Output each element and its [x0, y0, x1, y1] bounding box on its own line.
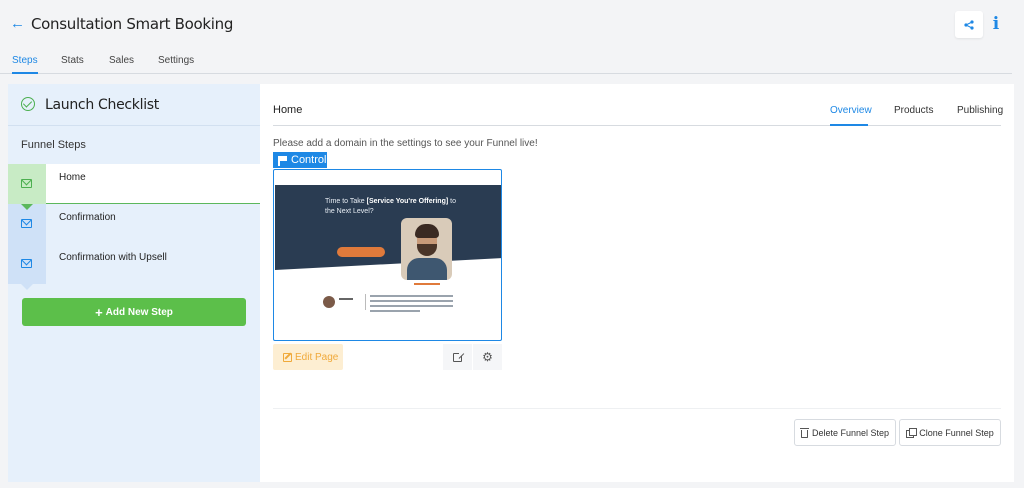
open-external-button[interactable] [443, 344, 472, 370]
edit-page-button[interactable]: Edit Page [273, 344, 343, 370]
funnel-step-label: Confirmation [59, 212, 116, 223]
launch-checklist-label: Launch Checklist [45, 97, 159, 113]
funnel-step-confirmation-upsell[interactable]: Confirmation with Upsell [8, 244, 260, 290]
page-title: Consultation Smart Booking [31, 15, 234, 33]
envelope-icon [21, 219, 32, 228]
preview-headline: Time to Take [Service You're Offering] t… [325, 198, 456, 215]
external-link-icon [453, 350, 464, 362]
delete-label: Delete Funnel Step [811, 427, 890, 438]
tab-sales[interactable]: Sales [109, 55, 134, 74]
control-badge: Control [273, 152, 327, 168]
step-marker [8, 244, 46, 290]
flag-icon [278, 155, 287, 166]
tab-divider [273, 125, 1001, 126]
step-title: Home [273, 104, 303, 116]
plus-icon: + [95, 304, 103, 320]
funnel-step-home[interactable]: Home [8, 164, 260, 210]
domain-warning-message: Please add a domain in the settings to s… [273, 138, 538, 149]
envelope-icon [21, 179, 32, 188]
gear-icon: ⚙ [482, 350, 493, 364]
top-tabs: Steps Stats Sales Settings [0, 53, 1012, 74]
tab-settings[interactable]: Settings [158, 55, 194, 74]
preview-cta-button [337, 247, 385, 257]
info-icon[interactable]: i [990, 14, 1002, 34]
control-label: Control [291, 154, 327, 166]
funnel-steps-sidebar: Launch Checklist Funnel Steps Home Confi… [8, 84, 260, 482]
edit-page-label: Edit Page [295, 351, 339, 363]
step-marker [8, 204, 46, 250]
step-settings-button[interactable]: ⚙ [473, 344, 502, 370]
funnel-step-label: Home [59, 172, 86, 183]
preview-avatar [323, 296, 335, 308]
tab-stats[interactable]: Stats [61, 55, 84, 74]
launch-checklist[interactable]: Launch Checklist [8, 84, 260, 126]
funnel-steps-heading: Funnel Steps [21, 139, 86, 151]
preview-hero: Time to Take [Service You're Offering] t… [275, 185, 501, 270]
divider [273, 408, 1001, 409]
page-preview-thumbnail[interactable]: Time to Take [Service You're Offering] t… [273, 169, 502, 341]
clone-funnel-step-button[interactable]: Clone Funnel Step [899, 419, 1001, 446]
delete-funnel-step-button[interactable]: Delete Funnel Step [794, 419, 896, 446]
step-detail-panel: Home Overview Products Publishing Please… [260, 84, 1014, 482]
step-marker [8, 164, 46, 210]
preview-caption [414, 283, 440, 285]
edit-icon [283, 352, 292, 362]
share-icon [964, 19, 974, 30]
funnel-step-label: Confirmation with Upsell [59, 252, 167, 263]
tab-products[interactable]: Products [894, 105, 933, 125]
active-tab-indicator [830, 124, 868, 126]
funnel-step-confirmation[interactable]: Confirmation [8, 204, 260, 250]
preview-name [339, 298, 353, 300]
clone-label: Clone Funnel Step [919, 427, 994, 438]
preview-portrait-image [401, 218, 452, 280]
preview-body-text [370, 295, 453, 315]
check-circle-icon [21, 97, 35, 111]
back-arrow-icon[interactable]: ← [10, 15, 25, 33]
add-new-step-button[interactable]: + Add New Step [22, 298, 246, 326]
tab-steps[interactable]: Steps [12, 55, 38, 74]
share-button[interactable] [955, 11, 983, 38]
envelope-icon [21, 259, 32, 268]
add-new-step-label: Add New Step [105, 306, 173, 318]
trash-icon [799, 427, 809, 438]
clone-icon [906, 428, 918, 438]
preview-divider [365, 294, 366, 310]
tab-overview[interactable]: Overview [830, 105, 872, 125]
tab-publishing[interactable]: Publishing [957, 105, 1003, 125]
